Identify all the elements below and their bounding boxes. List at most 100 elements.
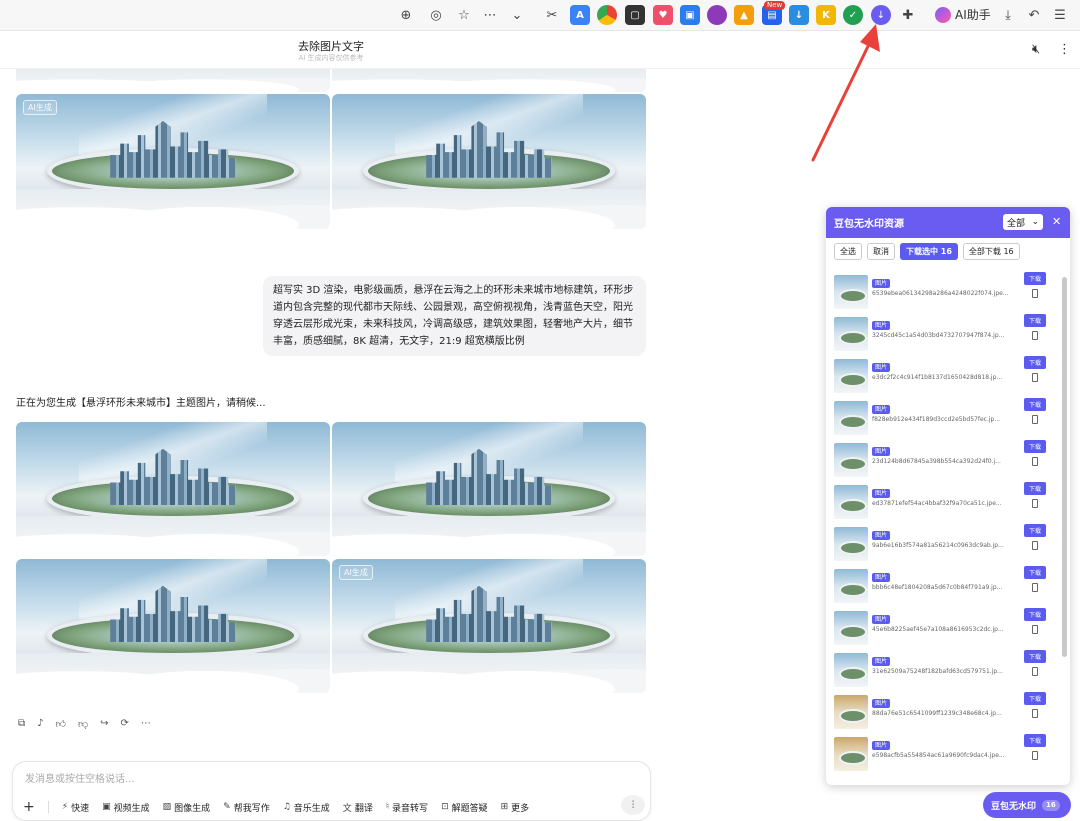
resource-download-button[interactable]: 下载 — [1024, 482, 1046, 495]
generated-image[interactable] — [16, 559, 330, 693]
ai-assistant-button[interactable]: AI助手 — [935, 6, 991, 23]
tool-quick[interactable]: ⚡︎ 快速 — [62, 801, 89, 814]
menu-icon[interactable]: ☰ — [1050, 5, 1070, 25]
star-icon[interactable]: ☆ — [454, 5, 474, 25]
quote-icon[interactable]: ❝ — [340, 209, 346, 223]
regenerate-icon[interactable]: ⟳ — [121, 718, 129, 730]
generated-image[interactable] — [332, 69, 646, 92]
download-all-button[interactable]: 全部下载 16 — [962, 243, 1020, 260]
filter-select[interactable]: 全部 ⌄ — [1003, 214, 1043, 230]
resource-item[interactable]: 图片 f828eb912e434f189d3ccd2e5bd57fec.jp...… — [832, 396, 1048, 438]
translate-icon[interactable]: A — [570, 5, 590, 25]
more-icon[interactable]: ⋯ — [480, 5, 500, 25]
pocket-icon[interactable]: ♥ — [653, 5, 673, 25]
resource-item[interactable]: 图片 23d124b8d67845a398b554ca392d24f0.j... 下… — [832, 438, 1048, 480]
scrollbar[interactable] — [1062, 277, 1067, 657]
media-icon[interactable] — [707, 5, 727, 25]
copy-icon[interactable]: ⧉ — [18, 718, 25, 730]
generated-image[interactable]: AI生成 — [16, 94, 330, 229]
file-icon[interactable] — [1032, 331, 1038, 340]
tool-answer[interactable]: ⊡ 解题答疑 — [441, 801, 488, 814]
regenerate-icon[interactable]: ⟳ — [356, 209, 365, 223]
file-icon[interactable] — [1032, 499, 1038, 508]
resource-download-button[interactable]: 下载 — [1024, 272, 1046, 285]
file-icon[interactable] — [1032, 583, 1038, 592]
voice-input-button[interactable]: ⫶ — [621, 795, 645, 815]
filter-select-value: 全部 — [1007, 218, 1026, 229]
tool-write[interactable]: ✎ 帮我写作 — [223, 801, 270, 814]
file-icon[interactable] — [1032, 751, 1038, 760]
resource-download-button[interactable]: 下载 — [1024, 398, 1046, 411]
location-icon[interactable]: ◎ — [426, 5, 446, 25]
resource-item[interactable]: 图片 e598acfb5a554854ac61a9690fc9dac4.jpe..… — [832, 732, 1048, 774]
resource-download-button[interactable]: 下载 — [1024, 356, 1046, 369]
resource-item[interactable]: 图片 9ab6e16b3f574a81a56214c0963dc9ab.jp...… — [832, 522, 1048, 564]
tool-more[interactable]: ⊞ 更多 — [501, 801, 530, 814]
more-vertical-icon[interactable]: ⋮ — [1058, 42, 1071, 57]
resource-item[interactable]: 图片 3245cd45c1a54d03bd4732707947f874.jp...… — [832, 312, 1048, 354]
mute-icon[interactable]: 🔇︎ — [1032, 42, 1040, 57]
image-icon[interactable]: ▲ — [734, 5, 754, 25]
tool-translate[interactable]: 文翻译 — [343, 801, 373, 814]
resource-item[interactable]: 图片 88da76e51c6541099ff1239c348e68c4.jp...… — [832, 690, 1048, 732]
resource-item[interactable]: 图片 31e62509a75248f182bafd63cd579751.jp...… — [832, 648, 1048, 690]
screenshot-icon[interactable]: ▣ — [680, 5, 700, 25]
download-icon[interactable]: ↓ — [789, 5, 809, 25]
chat-input-box[interactable]: 发消息或按住空格说话... + ⚡︎ 快速 ▣ 视频生成 ▨ 图像生成 ✎ 帮我写作 ♫… — [12, 761, 651, 821]
green-ext-icon[interactable]: ✓ — [843, 5, 863, 25]
more-icon[interactable]: ⋯ — [141, 718, 151, 730]
resource-download-button[interactable]: 下载 — [1024, 524, 1046, 537]
resource-download-button[interactable]: 下载 — [1024, 440, 1046, 453]
file-icon[interactable] — [1032, 457, 1038, 466]
color-circle-icon[interactable] — [597, 5, 617, 25]
zoom-icon[interactable]: ⊕ — [396, 5, 416, 25]
puzzle-icon[interactable]: ✚ — [898, 5, 918, 25]
generated-image[interactable] — [16, 69, 330, 92]
file-icon[interactable] — [1032, 625, 1038, 634]
file-icon[interactable] — [1032, 541, 1038, 550]
resource-item[interactable]: 图片 ed37871efef54ac4bbaf32f9a70ca51c.jpe..… — [832, 480, 1048, 522]
resource-item[interactable]: 图片 e3dc2f2c4c914f1b8137d1650428d818.jp...… — [832, 354, 1048, 396]
file-icon[interactable] — [1032, 709, 1038, 718]
cancel-button[interactable]: 取消 — [867, 243, 895, 260]
select-all-button[interactable]: 全选 — [834, 243, 862, 260]
resource-download-button[interactable]: 下载 — [1024, 566, 1046, 579]
generated-image[interactable] — [16, 422, 330, 556]
chevron-down-icon[interactable]: ⌄ — [507, 5, 527, 25]
resource-item[interactable]: 图片 bbb6c48ef1804208a5d67c0b84f791a9.jp...… — [832, 564, 1048, 606]
generated-image[interactable]: AI生成 — [332, 559, 646, 693]
generated-image[interactable] — [332, 422, 646, 556]
resource-item[interactable]: 图片 6539ebea06134298a286a4248022f074.jpe..… — [832, 270, 1048, 312]
add-icon[interactable]: + — [23, 799, 35, 815]
resource-download-button[interactable]: 下载 — [1024, 650, 1046, 663]
speaker-icon[interactable]: ♪ — [37, 718, 43, 730]
kangaroo-icon[interactable]: K — [816, 5, 836, 25]
resource-download-button[interactable]: 下载 — [1024, 608, 1046, 621]
file-icon[interactable] — [1032, 373, 1038, 382]
resource-download-button[interactable]: 下载 — [1024, 734, 1046, 747]
file-icon[interactable] — [1032, 415, 1038, 424]
close-icon[interactable]: ✕ — [1052, 215, 1061, 228]
file-icon[interactable] — [1032, 289, 1038, 298]
download-selected-button[interactable]: 下载选中 16 — [900, 243, 958, 260]
resource-item[interactable]: 图片 45e6b8225aef45e7a108a8616953c2dc.jp...… — [832, 606, 1048, 648]
downloads-icon[interactable]: ⤓ — [998, 5, 1018, 25]
download-icon[interactable]: ⤓ — [375, 209, 380, 223]
tool-music[interactable]: ♫ 音乐生成 — [283, 801, 330, 814]
thumbs-up-icon[interactable]: 👍︎ — [56, 718, 66, 730]
undo-icon[interactable]: ↶ — [1024, 5, 1044, 25]
watermark-free-float-button[interactable]: 豆包无水印 16 — [983, 792, 1071, 818]
share-icon[interactable]: ↪ — [100, 718, 108, 730]
resource-download-button[interactable]: 下载 — [1024, 314, 1046, 327]
file-icon[interactable] — [1032, 667, 1038, 676]
tool-video[interactable]: ▣ 视频生成 — [102, 801, 150, 814]
thumbs-down-icon[interactable]: 👎︎ — [78, 718, 88, 730]
tool-transcribe[interactable]: ♮ 录音转写 — [386, 801, 428, 814]
generated-image[interactable]: ❝ ⟳ ⤓ — [332, 94, 646, 229]
tool-image[interactable]: ▨ 图像生成 — [163, 801, 211, 814]
chat-input-placeholder[interactable]: 发消息或按住空格说话... — [25, 770, 135, 785]
reader-icon[interactable]: ▢ — [625, 5, 645, 25]
cut-icon[interactable]: ✂ — [542, 5, 562, 25]
resource-download-button[interactable]: 下载 — [1024, 692, 1046, 705]
purple-download-ext-icon[interactable]: ↓ — [871, 5, 891, 25]
